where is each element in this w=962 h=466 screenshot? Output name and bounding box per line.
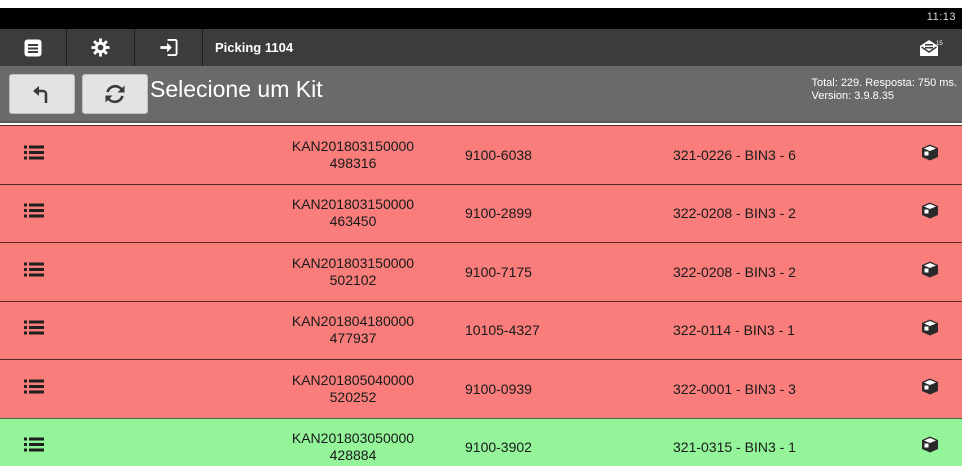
menu-icon <box>24 39 42 56</box>
kanban-code-line2: 463450 <box>329 213 377 230</box>
bin-location: 321-0226 - BIN3 - 6 <box>673 146 796 163</box>
status-time: 11:13 <box>926 11 956 23</box>
kanban-code-line1: KAN201803050000 <box>291 430 415 447</box>
kanban-code: KAN201805040000 520252 <box>268 372 438 406</box>
bin-location: 322-0208 - BIN3 - 2 <box>673 205 796 222</box>
kit-row[interactable]: KAN201805040000 520252 9100-0939 322-000… <box>0 359 962 418</box>
box-icon[interactable] <box>921 202 939 225</box>
part-number: 9100-6038 <box>465 146 532 163</box>
kit-row[interactable]: KAN201803050000 428884 9100-3902 321-031… <box>0 417 962 466</box>
kanban-code-line2: 520252 <box>329 388 377 405</box>
gear-icon <box>91 38 110 57</box>
status-bar: 11:13 <box>0 8 962 29</box>
toolbar-divider <box>202 29 203 66</box>
kanban-code-line1: KAN201803150000 <box>291 254 415 271</box>
bin-location: 322-0001 - BIN3 - 3 <box>673 380 796 397</box>
bin-location: 321-0315 - BIN3 - 1 <box>673 439 796 456</box>
bin-location: 322-0114 - BIN3 - 1 <box>673 322 795 339</box>
list-icon[interactable] <box>24 437 44 458</box>
box-icon[interactable] <box>921 260 939 283</box>
kanban-code: KAN201804180000 477937 <box>268 313 438 347</box>
sign-in-icon <box>160 38 178 57</box>
box-icon[interactable] <box>921 319 939 342</box>
kit-list: KAN201803150000 498316 9100-6038 321-022… <box>0 125 962 466</box>
kanban-code: KAN201803150000 498316 <box>268 138 438 172</box>
box-icon[interactable] <box>921 377 939 400</box>
kanban-code-line1: KAN201803150000 <box>291 196 415 213</box>
part-number: 10105-4327 <box>465 322 540 339</box>
header-bar: Selecione um Kit Total: 229. Resposta: 7… <box>0 66 962 123</box>
kanban-code-line1: KAN201805040000 <box>291 371 415 388</box>
kanban-code-line2: 477937 <box>329 330 377 347</box>
kanban-code-line2: 502102 <box>329 271 377 288</box>
bin-location: 322-0208 - BIN3 - 2 <box>673 263 796 280</box>
box-icon[interactable] <box>921 436 939 459</box>
toolbar-title: Picking 1104 <box>215 40 294 55</box>
mail-badge: 15 <box>936 41 943 47</box>
list-icon[interactable] <box>24 203 44 224</box>
kanban-code: KAN201803150000 502102 <box>268 255 438 289</box>
page-title: Selecione um Kit <box>150 76 323 102</box>
refresh-button[interactable] <box>82 74 148 114</box>
box-icon[interactable] <box>921 143 939 166</box>
action-bar: Picking 1104 15 <box>0 29 962 66</box>
list-icon[interactable] <box>24 378 44 399</box>
part-number: 9100-3902 <box>465 439 532 456</box>
kanban-code: KAN201803050000 428884 <box>268 430 438 464</box>
kanban-code-line2: 498316 <box>329 154 377 171</box>
list-icon[interactable] <box>24 320 44 341</box>
kanban-code-line1: KAN201804180000 <box>291 313 415 330</box>
settings-button[interactable] <box>67 29 134 66</box>
part-number: 9100-2899 <box>465 205 532 222</box>
version-text: Version: 3.9.8.35 <box>811 90 895 102</box>
kit-row[interactable]: KAN201803150000 498316 9100-6038 321-022… <box>0 125 962 184</box>
part-number: 9100-7175 <box>465 263 532 280</box>
total-response-text: Total: 229. Resposta: 750 ms. <box>811 77 957 89</box>
response-info: Total: 229. Resposta: 750 ms. Version: 3… <box>811 77 957 103</box>
messages-button[interactable] <box>916 29 942 66</box>
kit-row[interactable]: KAN201803150000 463450 9100-2899 322-020… <box>0 183 962 242</box>
part-number: 9100-0939 <box>465 380 532 397</box>
kanban-code-line1: KAN201803150000 <box>291 137 415 154</box>
menu-button[interactable] <box>0 29 66 66</box>
list-icon[interactable] <box>24 261 44 282</box>
kanban-code: KAN201803150000 463450 <box>268 196 438 230</box>
kit-row[interactable]: KAN201803150000 502102 9100-7175 322-020… <box>0 242 962 301</box>
kanban-code-line2: 428884 <box>329 447 377 464</box>
desktop-strip <box>0 0 962 8</box>
undo-icon <box>33 86 48 103</box>
login-button[interactable] <box>135 29 202 66</box>
kit-row[interactable]: KAN201804180000 477937 10105-4327 322-01… <box>0 300 962 359</box>
back-button[interactable] <box>9 74 75 114</box>
refresh-icon <box>105 84 125 104</box>
list-icon[interactable] <box>24 144 44 165</box>
